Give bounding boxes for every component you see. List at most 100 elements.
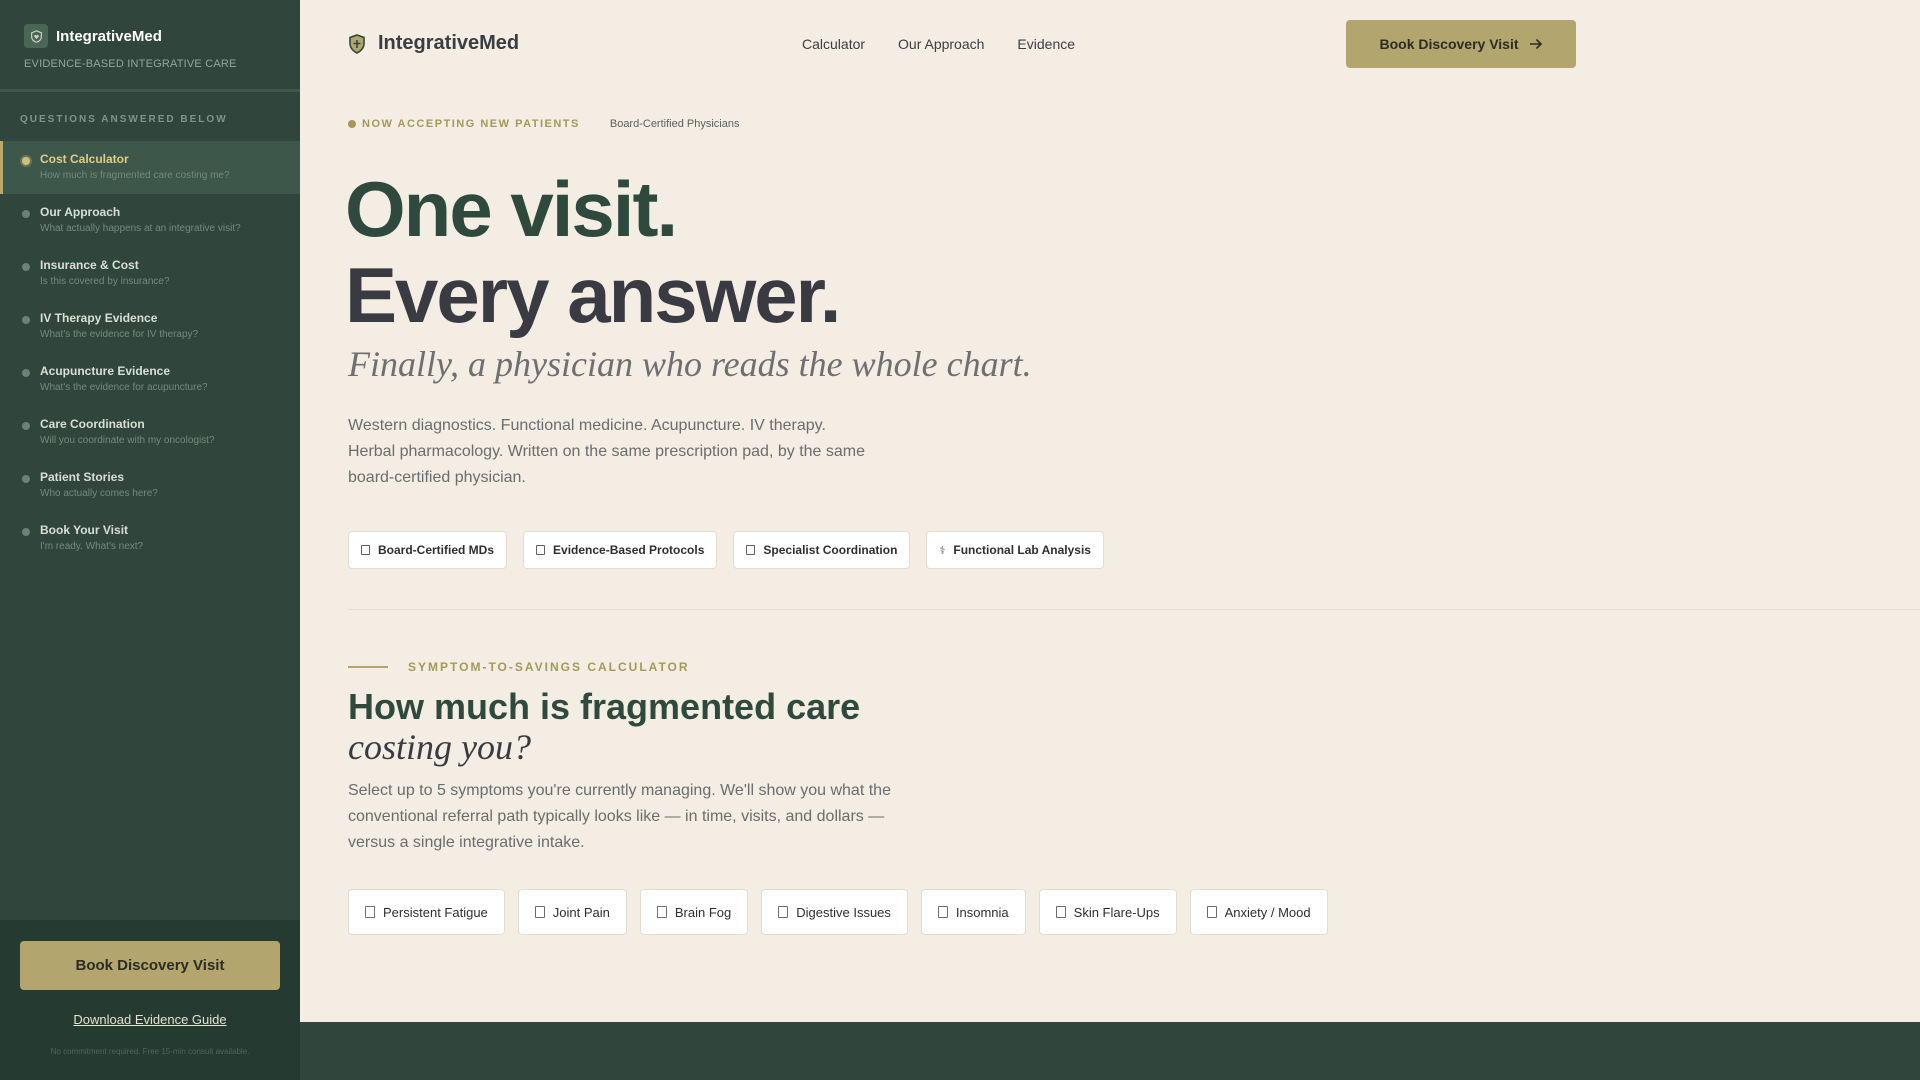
arrow-right-icon (1529, 38, 1542, 50)
symptom-options: Persistent Fatigue Joint Pain Brain Fog … (348, 889, 1328, 935)
sidebar-fine-print: No commitment required. Free 15-min cons… (50, 1047, 250, 1056)
top-nav: IntegrativeMed Calculator Our Approach E… (300, 0, 1920, 88)
footer-band (300, 1022, 1920, 1080)
sidebar-item-dot (22, 528, 30, 536)
sidebar-nav: Cost Calculator How much is fragmented c… (0, 141, 300, 565)
nav-link-evidence[interactable]: Evidence (1017, 36, 1075, 52)
symptom-option-insomnia[interactable]: Insomnia (920, 889, 1026, 935)
hero-badges: NOW ACCEPTING NEW PATIENTS Board-Certifi… (348, 118, 739, 130)
calculator-title-italic: costing you? (348, 727, 531, 767)
trust-chip-label: Evidence-Based Protocols (553, 543, 705, 557)
sidebar-book-visit-button[interactable]: Book Discovery Visit (20, 941, 280, 990)
trust-chips: Board-Certified MDs Evidence-Based Proto… (348, 531, 1104, 569)
sidebar-item-subtitle: I'm ready. What's next? (40, 541, 144, 552)
hero-intro: Western diagnostics. Functional medicine… (348, 417, 865, 486)
caduceus-icon: ⚕ (939, 544, 946, 557)
sidebar-item-our-approach[interactable]: Our Approach What actually happens at an… (0, 194, 300, 247)
sidebar-item-care-coordination[interactable]: Care Coordination Will you coordinate wi… (0, 406, 300, 459)
trust-chip-label: Board-Certified MDs (378, 543, 495, 557)
symptom-option-joint-pain[interactable]: Joint Pain (517, 889, 627, 935)
sidebar-item-subtitle: Who actually comes here? (40, 488, 158, 499)
checkbox-icon[interactable] (1055, 906, 1066, 918)
topnav-cta-label: Book Discovery Visit (1379, 36, 1519, 52)
symptom-label: Anxiety / Mood (1224, 904, 1311, 920)
sidebar-brand-name: IntegrativeMed (56, 27, 162, 45)
sidebar-item-insurance-cost[interactable]: Insurance & Cost Is this covered by insu… (0, 247, 300, 300)
accepting-patients-text: NOW ACCEPTING NEW PATIENTS (362, 118, 580, 130)
download-evidence-guide-link[interactable]: Download Evidence Guide (20, 1012, 280, 1027)
checkbox-icon[interactable] (656, 906, 667, 918)
sidebar-item-patient-stories[interactable]: Patient Stories Who actually comes here? (0, 459, 300, 512)
sidebar-item-title: Care Coordination (40, 417, 145, 431)
sidebar-item-text: Book Your Visit I'm ready. What's next? (40, 523, 143, 552)
sidebar-item-book-visit[interactable]: Book Your Visit I'm ready. What's next? (0, 512, 300, 565)
sidebar-item-cost-calculator[interactable]: Cost Calculator How much is fragmented c… (0, 141, 300, 194)
sidebar-item-text: Insurance & Cost Is this covered by insu… (40, 258, 170, 287)
trust-chip: Specialist Coordination (733, 531, 911, 569)
hero-headline: One visit. Every answer. (345, 166, 841, 339)
sidebar-item-subtitle: What actually happens at an integrative … (40, 223, 241, 234)
sidebar-item-text: Care Coordination Will you coordinate wi… (40, 417, 215, 446)
sidebar-item-title: Patient Stories (40, 470, 125, 484)
hero-subheadline: Finally, a physician who reads the whole… (348, 344, 1032, 384)
symptom-label: Digestive Issues (796, 904, 891, 920)
sidebar-item-subtitle: How much is fragmented care costing me? (40, 170, 230, 181)
sidebar-item-text: Our Approach What actually happens at an… (40, 205, 241, 234)
sidebar-item-dot (22, 263, 30, 271)
sidebar-item-dot (22, 210, 30, 218)
nav-link-calculator[interactable]: Calculator (802, 36, 865, 52)
calculator-eyebrow: SYMPTOM-TO-SAVINGS CALCULATOR (348, 660, 690, 674)
checkbox-icon[interactable] (778, 906, 789, 918)
sidebar-brand-row[interactable]: IntegrativeMed (24, 24, 276, 48)
topnav-links: Calculator Our Approach Evidence (802, 36, 1075, 52)
checkbox-icon[interactable] (365, 906, 375, 918)
eyebrow-rule (348, 666, 388, 668)
accepting-patients-badge: NOW ACCEPTING NEW PATIENTS (348, 118, 580, 130)
sidebar-item-title: Acupuncture Evidence (40, 364, 171, 378)
sidebar-item-title: Cost Calculator (40, 152, 129, 166)
sidebar-item-subtitle: What's the evidence for IV therapy? (40, 329, 199, 340)
box-icon (536, 545, 546, 555)
shield-heart-icon (24, 24, 48, 48)
sidebar-item-title: Our Approach (40, 205, 121, 219)
symptom-label: Brain Fog (674, 904, 732, 920)
sidebar-section-label: QUESTIONS ANSWERED BELOW (20, 114, 228, 125)
nav-link-our-approach[interactable]: Our Approach (898, 36, 984, 52)
sidebar-item-dot (22, 316, 30, 324)
sidebar-item-subtitle: Will you coordinate with my oncologist? (40, 435, 215, 446)
symptom-option-digestive-issues[interactable]: Digestive Issues (761, 889, 908, 935)
calculator-description: Select up to 5 symptoms you're currently… (348, 782, 891, 851)
sidebar-item-dot (22, 422, 30, 430)
sidebar-item-subtitle: What's the evidence for acupuncture? (40, 382, 208, 393)
topnav-book-visit-button[interactable]: Book Discovery Visit (1346, 20, 1576, 68)
symptom-option-anxiety-mood[interactable]: Anxiety / Mood (1189, 889, 1328, 935)
sidebar-item-dot (22, 157, 30, 165)
sidebar-item-title: Insurance & Cost (40, 258, 139, 272)
calculator-eyebrow-text: SYMPTOM-TO-SAVINGS CALCULATOR (408, 660, 690, 674)
section-divider (348, 609, 1920, 610)
sidebar-item-text: Patient Stories Who actually comes here? (40, 470, 158, 499)
hero-headline-line2: Every answer. (345, 251, 841, 339)
sidebar: IntegrativeMed EVIDENCE-BASED INTEGRATIV… (0, 0, 300, 1080)
box-icon (361, 545, 370, 555)
checkbox-icon[interactable] (937, 906, 948, 918)
board-certified-badge: Board-Certified Physicians (609, 118, 740, 130)
sidebar-item-acupuncture[interactable]: Acupuncture Evidence What's the evidence… (0, 353, 300, 406)
symptom-option-persistent-fatigue[interactable]: Persistent Fatigue (348, 889, 505, 935)
symptom-option-brain-fog[interactable]: Brain Fog (639, 889, 749, 935)
topnav-brand[interactable]: IntegrativeMed (348, 32, 519, 55)
box-icon (746, 545, 756, 555)
symptom-option-skin-flare-ups[interactable]: Skin Flare-Ups (1038, 889, 1177, 935)
trust-chip-label: Functional Lab Analysis (953, 543, 1091, 557)
sidebar-item-iv-therapy[interactable]: IV Therapy Evidence What's the evidence … (0, 300, 300, 353)
checkbox-icon[interactable] (534, 906, 545, 918)
checkbox-icon[interactable] (1206, 906, 1217, 918)
trust-chip: Board-Certified MDs (348, 531, 508, 569)
status-dot-icon (348, 120, 356, 128)
symptom-label: Insomnia (955, 904, 1009, 920)
shield-icon (348, 33, 366, 54)
trust-chip-label: Specialist Coordination (763, 543, 898, 557)
sidebar-item-subtitle: Is this covered by insurance? (40, 276, 170, 287)
symptom-label: Joint Pain (552, 904, 610, 920)
trust-chip: ⚕ Functional Lab Analysis (926, 531, 1104, 569)
